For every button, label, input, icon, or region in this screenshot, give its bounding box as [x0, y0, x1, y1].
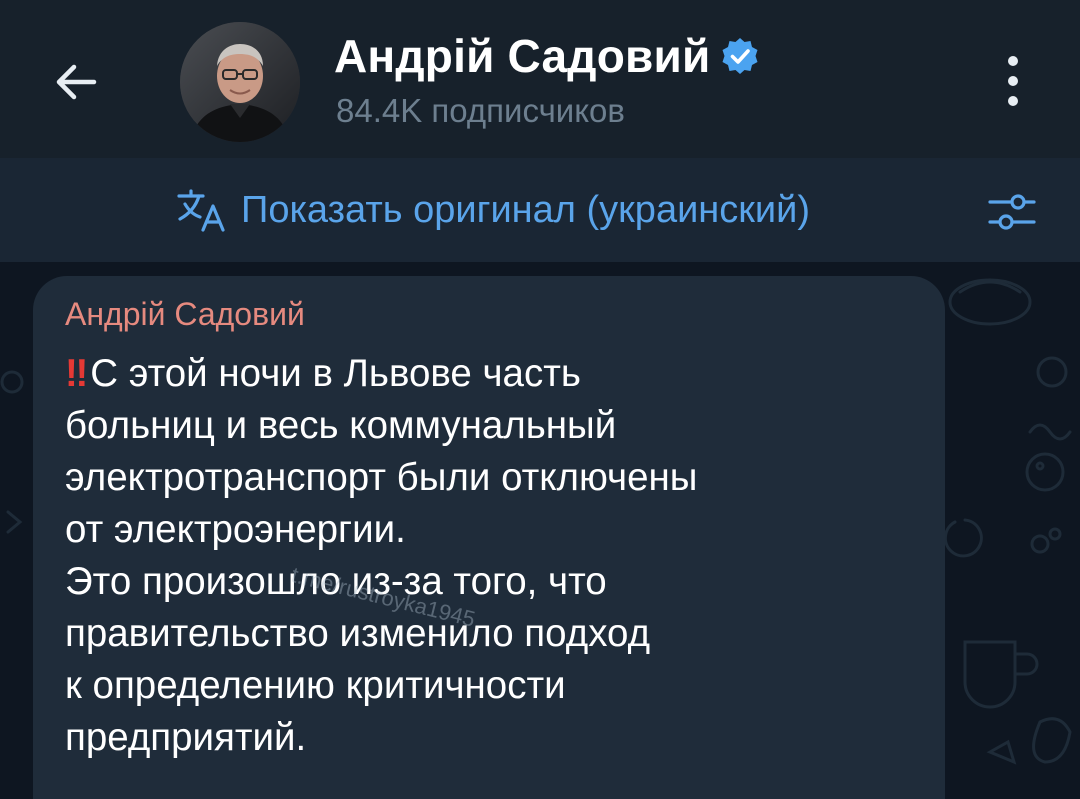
more-vertical-icon	[1008, 56, 1018, 66]
arrow-left-icon	[56, 64, 97, 100]
message-text[interactable]: ‼ С этой ночи в Львове часть больниц и ве…	[65, 348, 925, 764]
translation-settings-button[interactable]	[986, 190, 1038, 234]
chat-area[interactable]: Андрій Садовий ‼ С этой ночи в Львове час…	[0, 262, 1080, 799]
message-author[interactable]: Андрій Садовий	[65, 296, 305, 333]
double-exclamation-emoji: ‼	[65, 352, 88, 395]
channel-name: Андрій Садовий	[334, 30, 711, 82]
subscriber-count: 84.4K подписчиков	[336, 92, 625, 129]
show-original-label: Показать оригинал (украинский)	[241, 188, 811, 231]
verified-badge-icon	[720, 36, 760, 76]
avatar[interactable]	[180, 22, 300, 142]
channel-title[interactable]: Андрій Садовий	[334, 28, 760, 84]
more-menu-button[interactable]	[990, 50, 1036, 112]
translate-icon	[177, 189, 225, 232]
back-button[interactable]	[40, 46, 112, 118]
sliders-icon	[988, 194, 1036, 230]
profile-photo	[180, 22, 300, 142]
show-original-button[interactable]: Показать оригинал (украинский)	[175, 182, 810, 238]
message-body: С этой ночи в Львове часть больниц и вес…	[65, 352, 698, 759]
translate-bar: Показать оригинал (украинский)	[0, 158, 1080, 262]
message-bubble[interactable]: Андрій Садовий ‼ С этой ночи в Львове час…	[33, 276, 945, 799]
chat-header: Андрій Садовий 84.4K подписчиков	[0, 0, 1080, 158]
